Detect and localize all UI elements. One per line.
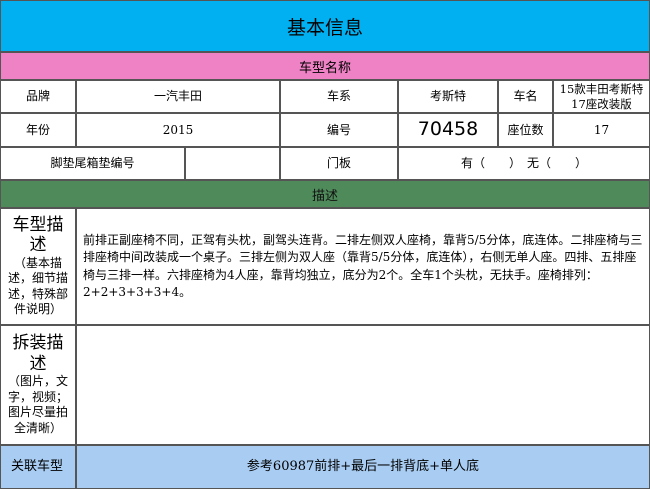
page-title: 基本信息 — [0, 0, 650, 52]
model-name-section-header: 车型名称 — [0, 52, 650, 80]
related-models-value: 参考60987前排+最后一排背底+单人底 — [76, 445, 650, 489]
name-value: 15款丰田考斯特17座改装版 — [553, 80, 650, 113]
model-description-heading-cell: 车型描述 （基本描述，细节描述，特殊部件说明） — [0, 208, 76, 325]
mat-number-value[interactable] — [185, 147, 280, 180]
mat-number-label: 脚垫尾箱垫编号 — [0, 147, 185, 180]
name-label: 车名 — [498, 80, 553, 113]
model-description-subheading: （基本描述，细节描述，特殊部件说明） — [7, 255, 68, 317]
brand-label: 品牌 — [0, 80, 76, 113]
seats-label: 座位数 — [498, 113, 553, 147]
disassembly-heading-cell: 拆装描述 （图片，文字，视频；图片尽量拍全清晰） — [0, 325, 76, 445]
disassembly-text-cell[interactable] — [76, 325, 650, 445]
brand-value: 一汽丰田 — [76, 80, 280, 113]
year-value: 2015 — [76, 113, 280, 147]
disassembly-heading: 拆装描述 — [12, 333, 64, 374]
number-label: 编号 — [280, 113, 398, 147]
series-label: 车系 — [280, 80, 398, 113]
door-panel-label: 门板 — [280, 147, 398, 180]
vehicle-info-sheet: 基本信息 车型名称 品牌 一汽丰田 车系 考斯特 车名 15款丰田考斯特17座改… — [0, 0, 650, 489]
number-value: 70458 — [398, 113, 498, 147]
model-description-text-cell: 前排正副座椅不同，正驾有头枕，副驾头连背。二排左侧双人座椅，靠背5/5分体，底连… — [76, 208, 650, 325]
related-models-label: 关联车型 — [0, 445, 76, 489]
model-description-heading: 车型描述 — [12, 214, 64, 256]
seats-value: 17 — [553, 113, 650, 147]
disassembly-subheading: （图片，文字，视频；图片尽量拍全清晰） — [7, 374, 68, 435]
series-value: 考斯特 — [398, 80, 498, 113]
year-label: 年份 — [0, 113, 76, 147]
description-section-header: 描述 — [0, 180, 650, 208]
door-panel-value[interactable]: 有（ ） 无（ ） — [398, 147, 650, 180]
model-description-text: 前排正副座椅不同，正驾有头枕，副驾头连背。二排左侧双人座椅，靠背5/5分体，底连… — [83, 233, 643, 299]
